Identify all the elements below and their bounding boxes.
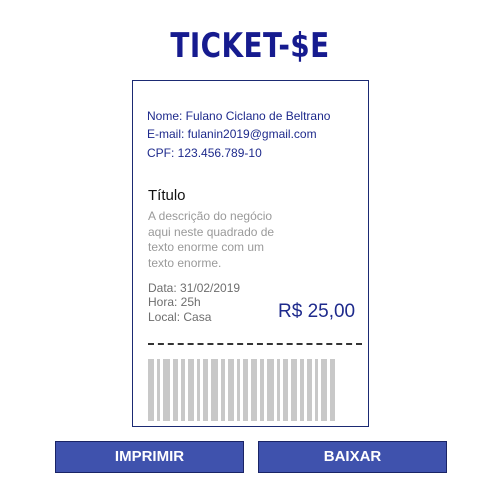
- barcode-icon: [148, 359, 335, 421]
- tear-line-divider: [148, 343, 362, 345]
- ticket-page: TICKET-$E Nome: Fulano Ciclano de Beltra…: [0, 0, 500, 500]
- barcode-bar: [188, 359, 194, 421]
- event-date: Data: 31/02/2019: [148, 281, 241, 295]
- barcode-bar: [277, 359, 280, 421]
- barcode-bar: [321, 359, 327, 421]
- ticket-card: Nome: Fulano Ciclano de Beltrano E-mail:…: [132, 80, 369, 427]
- barcode-bar: [300, 359, 304, 421]
- barcode-bar: [237, 359, 240, 421]
- barcode-bar: [243, 359, 248, 421]
- ticket-price: R$ 25,00: [278, 301, 356, 322]
- customer-cpf: CPF: 123.456.789-10: [147, 146, 262, 160]
- barcode-bar: [315, 359, 318, 421]
- barcode-bar: [197, 359, 200, 421]
- barcode-bar: [291, 359, 297, 421]
- barcode-bar: [307, 359, 312, 421]
- app-title: TICKET-$E: [170, 26, 330, 66]
- barcode-bar: [260, 359, 264, 421]
- customer-name: Nome: Fulano Ciclano de Beltrano: [147, 109, 331, 123]
- barcode-bar: [203, 359, 208, 421]
- customer-email: E-mail: fulanin2019@gmail.com: [147, 127, 317, 141]
- barcode-bar: [330, 359, 335, 421]
- barcode-bar: [211, 359, 218, 421]
- barcode-bar: [163, 359, 170, 421]
- barcode-bar: [181, 359, 185, 421]
- barcode-bar: [267, 359, 274, 421]
- item-description: A descrição do negócio aqui neste quadra…: [148, 209, 275, 270]
- barcode-bar: [251, 359, 257, 421]
- event-hour: Hora: 25h: [148, 295, 201, 309]
- event-place: Local: Casa: [148, 310, 212, 324]
- barcode-bar: [157, 359, 160, 421]
- barcode-bar: [173, 359, 178, 421]
- barcode-bar: [228, 359, 234, 421]
- download-button[interactable]: BAIXAR: [258, 441, 447, 473]
- barcode-bar: [221, 359, 225, 421]
- barcode-bar: [283, 359, 288, 421]
- barcode-bar: [148, 359, 154, 421]
- print-button[interactable]: IMPRIMIR: [55, 441, 244, 473]
- item-title: Título: [148, 187, 186, 204]
